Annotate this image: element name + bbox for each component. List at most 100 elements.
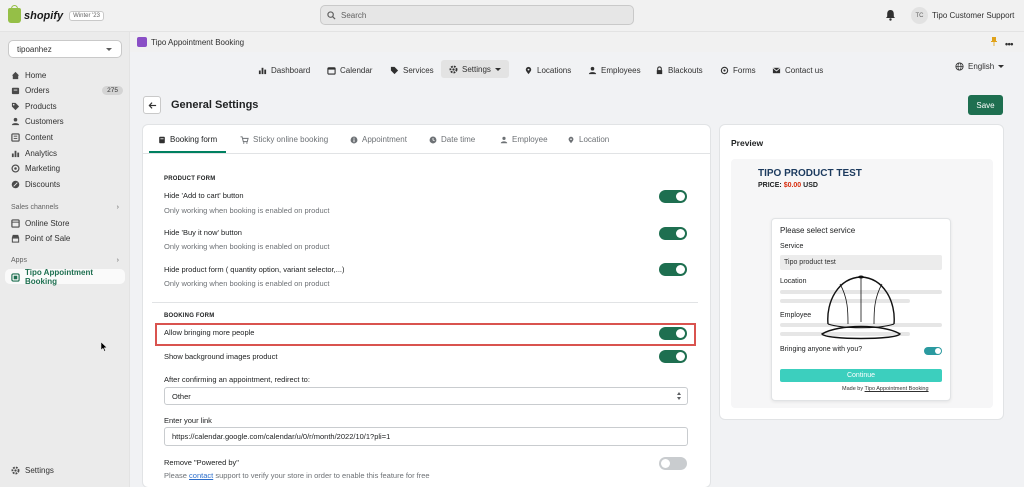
store-selector[interactable]: tipoanhez [8,40,122,58]
service-field: Tipo product test [780,255,942,270]
sidebar-item-label: Marketing [25,163,61,173]
back-button[interactable] [143,96,161,114]
app-logo-icon [137,37,147,47]
gear-icon [449,65,458,73]
sidebar-item-label: Content [25,132,54,142]
sidebar-item-marketing[interactable]: Marketing [11,161,123,175]
nav-label: Forms [733,65,756,75]
nav-calendar[interactable]: Calendar [327,62,372,78]
hide-buy-it-now-toggle[interactable] [659,227,687,240]
sidebar-item-label: Settings [25,465,54,475]
redirect-select-value: Other [172,391,191,401]
calendar-icon [327,66,336,75]
bringing-toggle[interactable] [924,347,942,355]
nav-label: Employees [601,65,641,75]
hide-buy-it-now-label: Hide 'Buy it now' button [164,228,242,237]
nav-forms[interactable]: Forms [720,62,756,78]
tab-label: Employee [512,135,548,144]
book-icon [159,136,165,143]
account-name[interactable]: Tipo Customer Support [932,11,1014,20]
sidebar-item-home[interactable]: Home [11,68,123,82]
mail-icon [772,66,781,73]
sidebar-item-orders[interactable]: Orders 275 [11,83,123,97]
allow-more-people-toggle[interactable] [659,327,687,340]
store-selector-label: tipoanhez [17,44,52,54]
made-by-prefix: Made by [842,386,864,392]
pin-icon[interactable] [991,37,997,46]
sidebar-item-online-store[interactable]: Online Store [11,216,123,230]
nav-services[interactable]: Services [390,62,434,78]
nav-label: Calendar [340,65,373,75]
made-by-link[interactable]: Tipo Appointment Booking [865,386,929,392]
clock-icon [429,136,437,143]
hide-add-to-cart-label: Hide 'Add to cart' button [164,191,244,200]
apps-heading[interactable]: Apps › [11,257,119,264]
hide-product-form-toggle[interactable] [659,263,687,276]
redirect-label: After confirming an appointment, redirec… [164,375,310,384]
sidebar-item-tipo-appointment-booking[interactable]: Tipo Appointment Booking [11,268,123,286]
show-bg-images-toggle[interactable] [659,350,687,363]
bell-icon[interactable] [885,9,896,21]
search-icon [327,10,336,20]
nav-label: Locations [537,65,572,75]
sidebar-item-point-of-sale[interactable]: Point of Sale [11,231,123,245]
booking-form-heading: BOOKING FORM [164,313,215,319]
sidebar-item-label: Customers [25,116,64,126]
powered-by-help: Please contact support to verify your st… [164,471,430,480]
tab-label: Location [579,135,610,144]
pos-icon [11,234,20,243]
select-arrows-icon [677,392,681,400]
nav-contact-us[interactable]: Contact us [772,62,823,78]
location-label: Location [780,278,807,285]
sidebar-item-content[interactable]: Content [11,130,123,144]
sidebar-item-products[interactable]: Products [11,99,123,113]
tab-booking-form[interactable]: Booking form [158,135,217,144]
tab-location[interactable]: Location [567,135,609,144]
tab-date-time[interactable]: Date time [429,135,475,144]
search-placeholder: Search [341,10,367,20]
remove-powered-by-toggle[interactable] [659,457,687,470]
sidebar-item-label: Products [25,101,57,111]
cap-illustration-icon [821,275,901,340]
nav-locations[interactable]: Locations [524,62,571,78]
sidebar-item-settings[interactable]: Settings [11,463,123,477]
avatar[interactable]: TC [911,7,928,24]
modal-title: Please select service [780,226,856,235]
nav-employees[interactable]: Employees [588,62,641,78]
redirect-select[interactable]: Other [164,387,688,405]
lock-icon [656,65,663,74]
sales-channels-heading[interactable]: Sales channels › [11,204,119,211]
link-label: Enter your link [164,416,212,425]
tab-sticky-online-booking[interactable]: Sticky online booking [240,135,328,144]
contact-link[interactable]: contact [189,471,213,480]
nav-label: Dashboard [271,65,311,75]
product-form-heading: PRODUCT FORM [164,176,216,182]
hide-add-to-cart-toggle[interactable] [659,190,687,203]
nav-settings[interactable]: Settings [441,60,509,78]
save-button[interactable]: Save [968,95,1003,115]
apps-label: Apps [11,257,27,264]
sidebar-item-discounts[interactable]: Discounts [11,177,123,191]
nav-dashboard[interactable]: Dashboard [258,62,310,78]
sidebar-item-customers[interactable]: Customers [11,114,123,128]
sidebar-item-label: Analytics [25,148,58,158]
shopify-bag-icon [8,5,21,23]
tab-appointment[interactable]: Appointment [350,135,407,144]
storefront-icon [11,218,20,228]
nav-blackouts[interactable]: Blackouts [655,62,703,78]
more-actions-button[interactable]: ••• [1005,39,1013,49]
preview-title: Preview [731,138,764,148]
redirect-link-input[interactable]: https://calendar.google.com/calendar/u/0… [164,427,688,446]
sidebar-item-analytics[interactable]: Analytics [11,146,123,160]
continue-button[interactable]: Continue [780,369,942,382]
brand-name: shopify [24,9,64,22]
language-selector[interactable]: English [955,62,1005,71]
tab-employee[interactable]: Employee [500,135,548,144]
sales-channels-label: Sales channels [11,204,59,211]
chevron-down-icon [106,48,112,51]
search-input[interactable]: Search [320,5,634,25]
remove-powered-by-label: Remove "Powered by" [164,458,239,467]
shopify-logo[interactable]: shopify Winter '23 [8,5,104,23]
section-divider [152,302,698,303]
forms-icon [720,66,729,74]
